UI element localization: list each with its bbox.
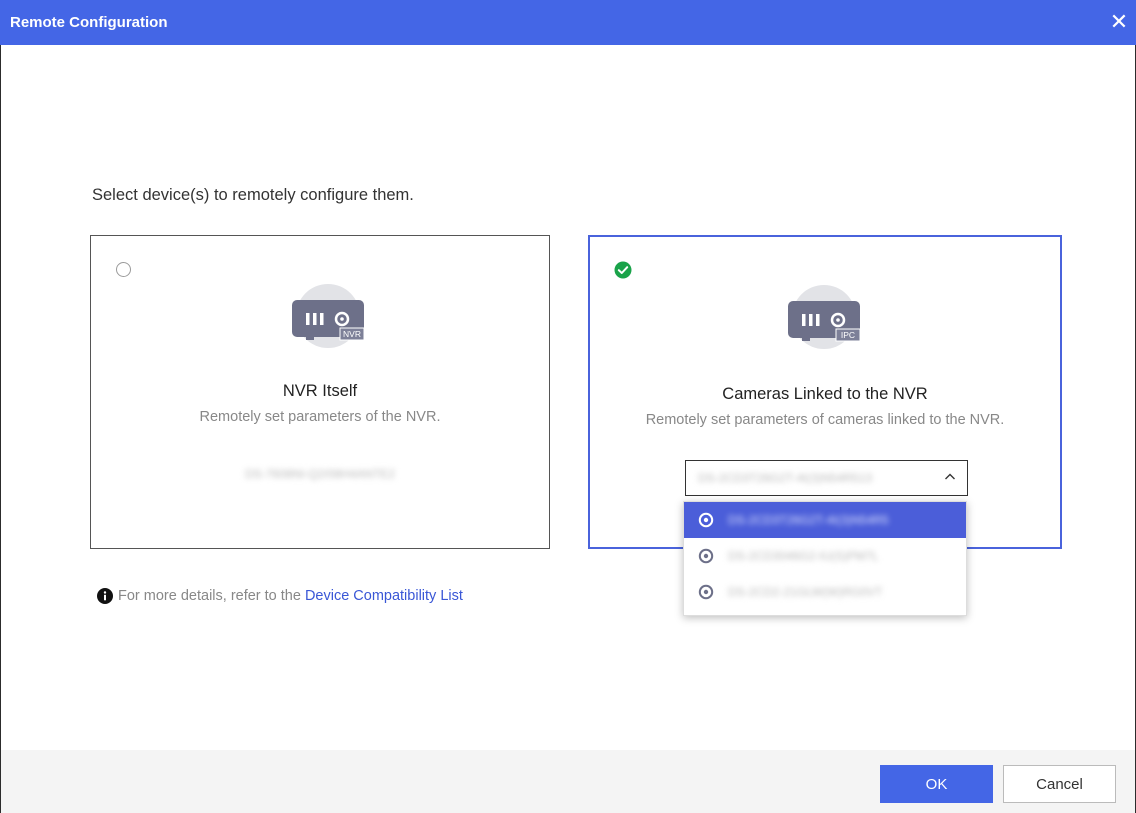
dropdown-item[interactable]: DS-2CD3046G2-IU(S)PM7L [684,538,966,574]
check-circle-icon[interactable] [614,261,632,279]
nvr-device-icon: NVR [292,284,365,348]
instruction-text: Select device(s) to remotely configure t… [92,186,414,204]
nvr-radio-button[interactable] [116,262,131,277]
dropdown-item-label: DS-2CD3T26G2T-4I(3)N54R5 [728,513,889,527]
nvr-itself-card[interactable]: NVR NVR Itself Remotely set parameters o… [90,235,550,549]
dropdown-item-label: DS-2CD2-21GLW(W)RG0VT [728,585,883,599]
nvr-card-description: Remotely set parameters of the NVR. [199,409,441,425]
camera-icon [698,548,714,564]
svg-text:NVR: NVR [343,329,361,339]
ok-button[interactable]: OK [880,765,993,803]
svg-text:IPC: IPC [841,330,855,340]
camera-icon [698,512,714,528]
device-compatibility-link[interactable]: Device Compatibility List [305,588,463,604]
window-border-left [0,45,1,813]
dropdown-item-label: DS-2CD3046G2-IU(S)PM7L [728,549,879,563]
info-icon [97,588,113,604]
camera-select-value: DS-2CD3T26G2T-4I(3)N54R513 [698,471,873,485]
nvr-card-title: NVR Itself [282,382,358,400]
nvr-device-name: DS-7608NI-Q2/08H4ANTE2 [244,467,396,481]
compatibility-info: For more details, refer to the Device Co… [97,588,463,604]
chevron-up-icon[interactable] [943,470,957,484]
dropdown-item[interactable]: DS-2CD2-21GLW(W)RG0VT [684,574,966,610]
camera-icon [698,584,714,600]
title-bar: Remote Configuration ✕ [0,0,1136,45]
cancel-button[interactable]: Cancel [1003,765,1116,803]
close-icon[interactable]: ✕ [1108,11,1130,33]
ipc-card-title: Cameras Linked to the NVR [722,385,928,403]
ipc-device-icon: IPC [788,285,861,349]
camera-select-dropdown[interactable]: DS-2CD3T26G2T-4I(3)N54R513 [685,460,968,496]
info-text: For more details, refer to the [118,588,301,604]
window-title: Remote Configuration [10,14,168,31]
dropdown-item[interactable]: DS-2CD3T26G2T-4I(3)N54R5 [684,502,966,538]
camera-dropdown-list: DS-2CD3T26G2T-4I(3)N54R5 DS-2CD3046G2-IU… [683,501,967,616]
ipc-card-description: Remotely set parameters of cameras linke… [645,412,1005,428]
